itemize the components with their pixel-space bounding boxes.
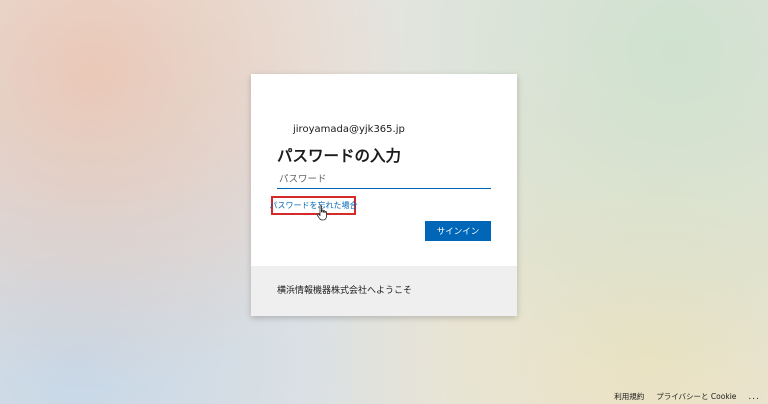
signin-card: jiroyamada@yjk365.jp パスワードの入力 パスワードを忘れた場…: [251, 74, 517, 316]
footer-privacy-link[interactable]: プライバシーと Cookie: [656, 391, 736, 402]
password-input[interactable]: [277, 170, 491, 189]
company-banner: 横浜情報機器株式会社へようこそ: [251, 266, 517, 316]
account-email: jiroyamada@yjk365.jp: [293, 124, 405, 135]
footer-terms-link[interactable]: 利用規約: [614, 391, 644, 402]
forgot-password-highlight: パスワードを忘れた場合: [270, 196, 358, 215]
page-title: パスワードの入力: [277, 147, 402, 165]
banner-text: 横浜情報機器株式会社へようこそ: [277, 286, 413, 296]
footer-more-icon[interactable]: ...: [748, 392, 760, 402]
hand-cursor-icon: [316, 205, 327, 221]
forgot-password-link[interactable]: パスワードを忘れた場合: [270, 200, 358, 211]
footer: 利用規約 プライバシーと Cookie ...: [614, 391, 760, 402]
signin-button[interactable]: サインイン: [425, 221, 491, 241]
